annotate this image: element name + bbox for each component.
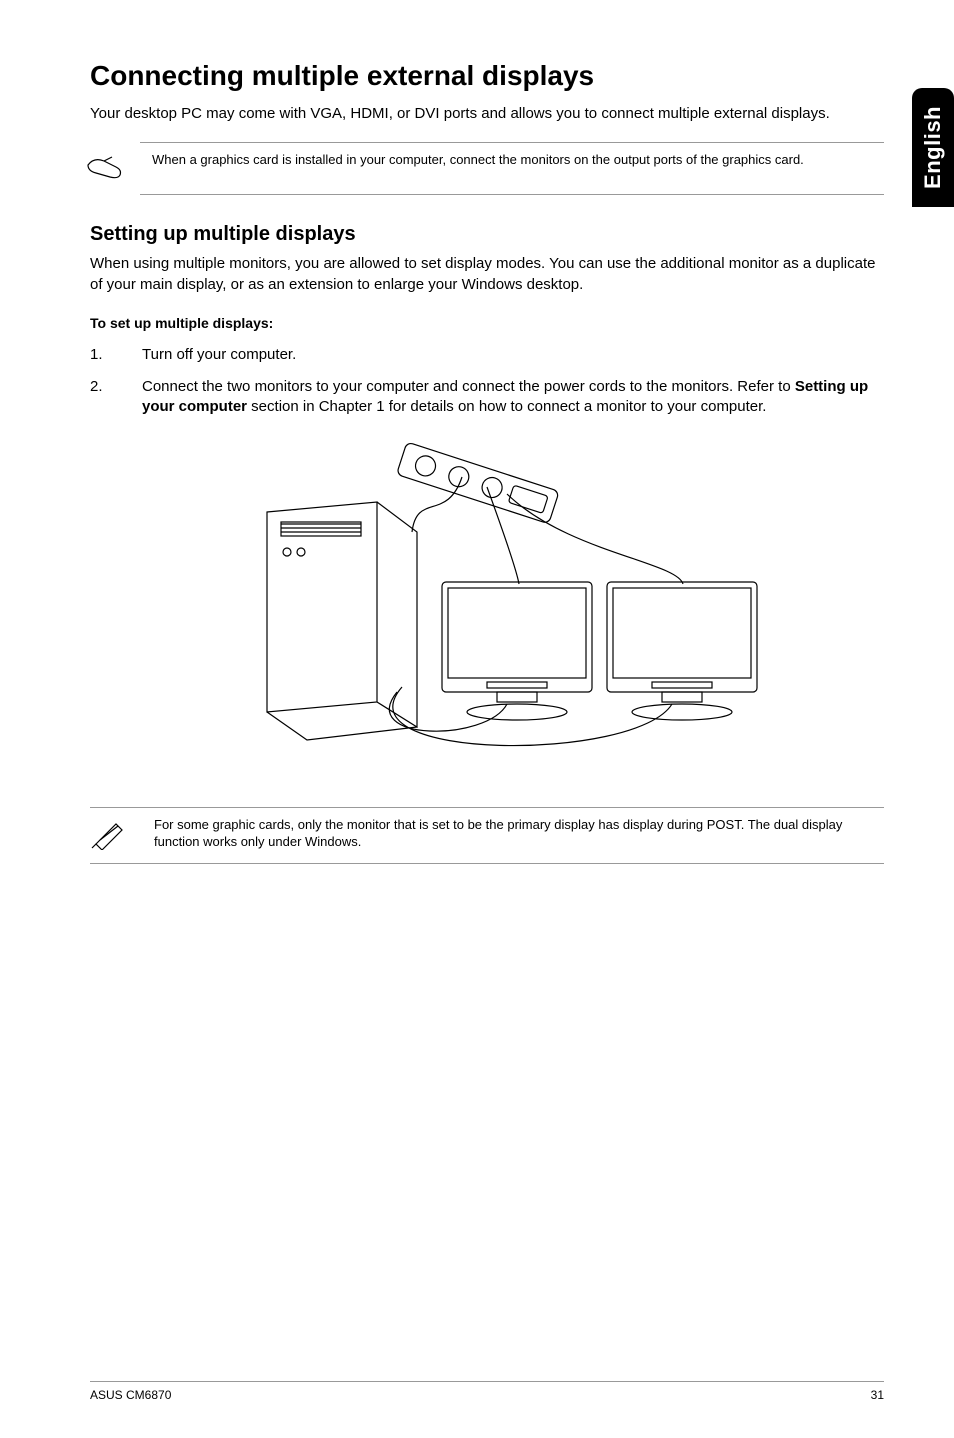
steps-heading: To set up multiple displays: [90,315,884,331]
step-text-before: Connect the two monitors to your compute… [142,378,795,395]
note-text: When a graphics card is installed in you… [152,151,824,169]
section-heading: Setting up multiple displays [90,223,884,246]
page-footer: ASUS CM6870 31 [90,1381,884,1402]
step-text: Connect the two monitors to your compute… [142,377,884,418]
step-number: 1. [90,345,114,365]
note-primary-display: For some graphic cards, only the monitor… [90,807,884,864]
connection-diagram [90,432,884,777]
page-content: Connecting multiple external displays Yo… [0,0,954,928]
footer-product: ASUS CM6870 [90,1388,171,1402]
step-text-after: section in Chapter 1 for details on how … [247,398,766,415]
list-item: 2. Connect the two monitors to your comp… [90,377,884,418]
steps-list: 1. Turn off your computer. 2. Connect th… [90,345,884,418]
page-title: Connecting multiple external displays [90,60,884,92]
pen-note-icon [90,816,130,855]
section-paragraph: When using multiple monitors, you are al… [90,254,884,295]
step-text: Turn off your computer. [142,345,296,365]
note-graphics-card: When a graphics card is installed in you… [140,142,884,195]
note-text: For some graphic cards, only the monitor… [154,816,884,851]
intro-paragraph: Your desktop PC may come with VGA, HDMI,… [90,104,884,124]
language-tab: English [912,88,954,207]
step-number: 2. [90,377,114,418]
hand-point-icon [82,151,128,186]
footer-page-number: 31 [871,1388,884,1402]
list-item: 1. Turn off your computer. [90,345,884,365]
